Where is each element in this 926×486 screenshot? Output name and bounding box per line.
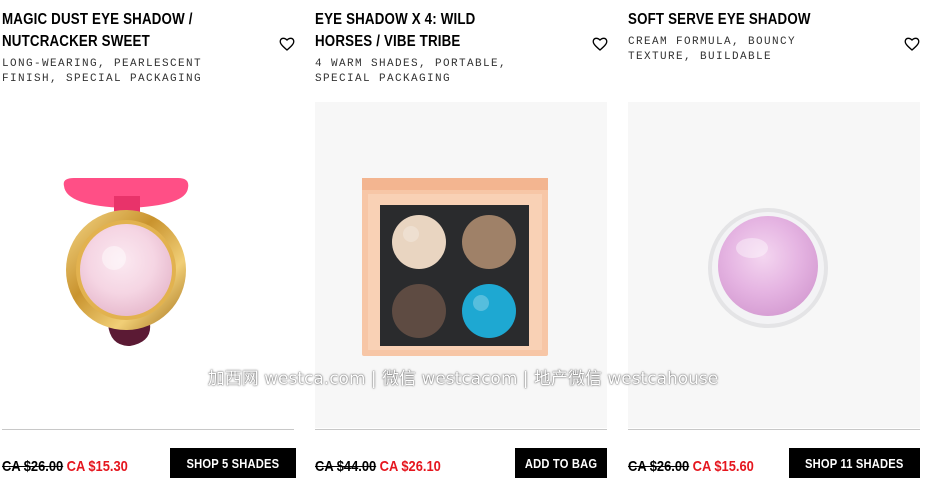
product-card-soft-serve: SOFT SERVE EYE SHADOW CREAM FORMULA, BOU…	[628, 0, 924, 486]
product-description: 4 WARM SHADES, PORTABLE, SPECIAL PACKAGI…	[315, 57, 507, 86]
button-label: SHOP 11 SHADES	[805, 455, 904, 471]
product-description-line1: LONG-WEARING, PEARLESCENT	[2, 58, 203, 70]
original-price: CA $26.00	[628, 458, 690, 475]
original-price: CA $26.00	[2, 458, 64, 475]
product-title-line2[interactable]: NUTCRACKER SWEET	[2, 31, 217, 53]
shop-shades-button[interactable]: SHOP 5 SHADES	[170, 448, 296, 478]
price: CA $44.00 CA $26.10	[315, 458, 441, 475]
sale-price: CA $15.60	[692, 458, 754, 475]
heart-icon[interactable]	[592, 36, 608, 52]
watermark-text: 加西网 westca.com | 微信 westcacom | 地产微信 wes…	[207, 369, 719, 389]
product-description-line2: SPECIAL PACKAGING	[315, 72, 452, 85]
product-title-line1[interactable]: EYE SHADOW X 4: WILD	[315, 9, 530, 31]
product-description-line2: FINISH, SPECIAL PACKAGING	[2, 72, 203, 85]
product-description: CREAM FORMULA, BOUNCY TEXTURE, BUILDABLE	[628, 35, 796, 64]
divider	[315, 429, 607, 430]
sale-price: CA $26.10	[379, 458, 441, 475]
product-description-line1: CREAM FORMULA, BOUNCY	[628, 36, 797, 48]
add-to-bag-button[interactable]: ADD TO BAG	[515, 448, 607, 478]
product-title-line1[interactable]: MAGIC DUST EYE SHADOW /	[2, 9, 217, 31]
product-card-eye-shadow-x4: EYE SHADOW X 4: WILD HORSES / VIBE TRIBE…	[315, 0, 611, 486]
sale-price: CA $15.30	[66, 458, 128, 475]
divider	[628, 429, 920, 430]
price: CA $26.00 CA $15.60	[628, 458, 754, 475]
product-title[interactable]: EYE SHADOW X 4: WILD HORSES / VIBE TRIBE	[315, 9, 530, 53]
divider	[2, 429, 294, 430]
product-description-line1: 4 WARM SHADES, PORTABLE,	[315, 58, 508, 70]
product-description-line2: TEXTURE, BUILDABLE	[628, 50, 773, 63]
product-title[interactable]: MAGIC DUST EYE SHADOW / NUTCRACKER SWEET	[2, 9, 217, 53]
product-title[interactable]: SOFT SERVE EYE SHADOW	[628, 9, 843, 31]
product-title-line2[interactable]: HORSES / VIBE TRIBE	[315, 31, 530, 53]
heart-icon[interactable]	[904, 36, 920, 52]
button-label: ADD TO BAG	[524, 455, 598, 471]
product-description: LONG-WEARING, PEARLESCENT FINISH, SPECIA…	[2, 57, 202, 86]
button-label: SHOP 5 SHADES	[186, 455, 280, 471]
heart-icon[interactable]	[279, 36, 295, 52]
shop-shades-button[interactable]: SHOP 11 SHADES	[789, 448, 920, 478]
price: CA $26.00 CA $15.30	[2, 458, 128, 475]
original-price: CA $44.00	[315, 458, 377, 475]
product-card-magic-dust: MAGIC DUST EYE SHADOW / NUTCRACKER SWEET…	[2, 0, 298, 486]
product-title-line1[interactable]: SOFT SERVE EYE SHADOW	[628, 9, 843, 31]
